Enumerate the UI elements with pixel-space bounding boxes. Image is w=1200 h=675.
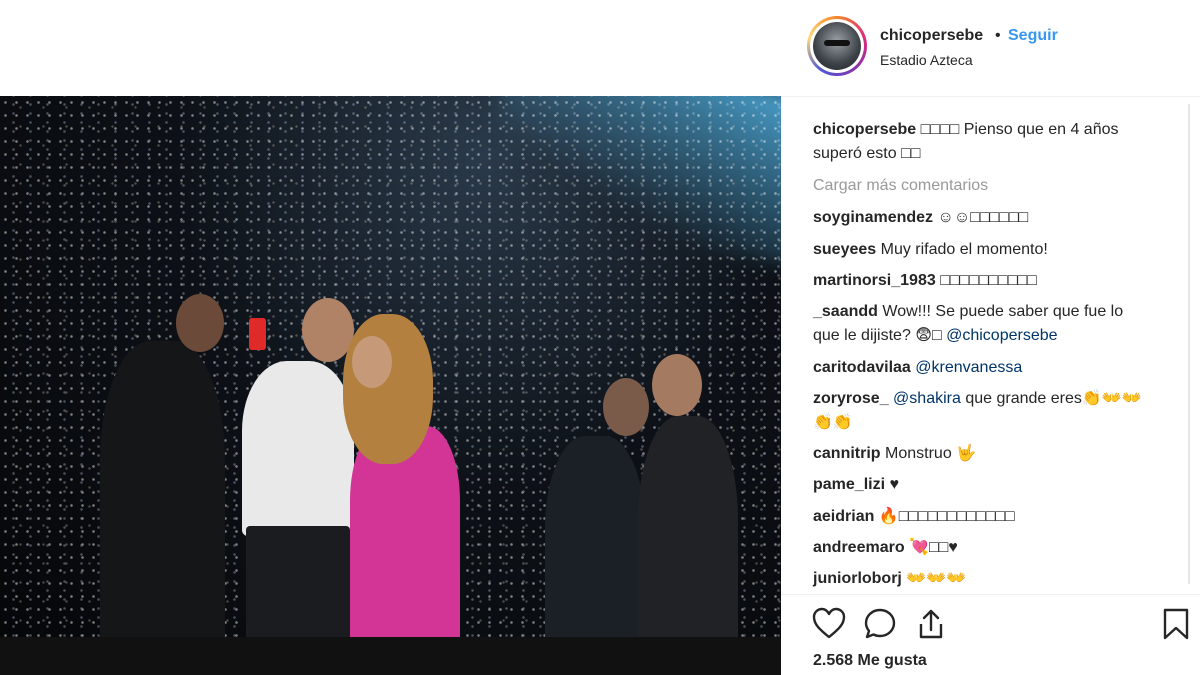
security-head-left xyxy=(176,294,224,352)
comment-item: martinorsi_1983 □□□□□□□□□□ xyxy=(813,269,1173,293)
security-person-left xyxy=(100,341,225,641)
caption-text-line2: superó esto □□ xyxy=(813,145,921,162)
comment-username[interactable]: aeidrian xyxy=(813,508,874,525)
comment-item: juniorloborj 👐👐👐 xyxy=(813,567,1173,591)
bookmark-icon[interactable] xyxy=(1158,606,1194,642)
phone xyxy=(249,318,266,350)
comment-item: caritodavilaa @krenvanessa xyxy=(813,356,1173,380)
comment-username[interactable]: martinorsi_1983 xyxy=(813,272,936,289)
comment-text: Monstruo 🤟 xyxy=(885,445,977,462)
post-location[interactable]: Estadio Azteca xyxy=(880,52,973,68)
comment-username[interactable]: sueyees xyxy=(813,241,876,258)
security-head-right xyxy=(652,354,702,416)
comment-mention[interactable]: @krenvanessa xyxy=(915,359,1022,376)
stage-floor xyxy=(0,637,781,675)
comment-username[interactable]: caritodavilaa xyxy=(813,359,911,376)
woman-face xyxy=(352,336,392,388)
comments-scrollbar[interactable] xyxy=(1186,104,1192,584)
comment-text: que grande eres👏👐👐 xyxy=(965,390,1142,407)
comment-text-line2: 👏👏 xyxy=(813,414,853,431)
comment-item: cannitrip Monstruo 🤟 xyxy=(813,442,1173,466)
comment-item: zoryrose_ @shakira que grande eres👏👐👐 👏👏 xyxy=(813,387,1173,435)
comment-text: Muy rifado el momento! xyxy=(880,241,1048,258)
comment-item: soyginamendez ☺☺□□□□□□ xyxy=(813,206,1173,230)
load-more-comments-button[interactable]: Cargar más comentarios xyxy=(813,174,988,198)
comment-text: ♥ xyxy=(889,476,899,493)
comment-item: sueyees Muy rifado el momento! xyxy=(813,238,1173,262)
comment-item: andreemaro 💘□□♥ xyxy=(813,536,1173,560)
woman-hair xyxy=(343,314,433,464)
comment-username[interactable]: zoryrose_ xyxy=(813,390,889,407)
share-icon[interactable] xyxy=(913,606,949,642)
comment-item: _saandd Wow!!! Se puede saber que fue lo… xyxy=(813,300,1173,348)
comment-text: ☺☺□□□□□□ xyxy=(937,209,1029,226)
comment-username[interactable]: cannitrip xyxy=(813,445,881,462)
comment-text: 👐👐👐 xyxy=(906,570,967,587)
avatar-sunglasses xyxy=(824,40,850,46)
comment-item: aeidrian 🔥□□□□□□□□□□□□ xyxy=(813,505,1173,529)
comment-username[interactable]: soyginamendez xyxy=(813,209,933,226)
header-separator: • xyxy=(995,27,1001,44)
comment-username[interactable]: juniorloborj xyxy=(813,570,902,587)
comment-text: 💘□□♥ xyxy=(909,539,958,556)
comment-text-line2: que le dijiste? 😨□ xyxy=(813,327,942,344)
caption: chicopersebe □□□□ Pienso que en 4 años s… xyxy=(813,118,1173,166)
comment-text: 🔥□□□□□□□□□□□□ xyxy=(878,508,1015,525)
comment-icon[interactable] xyxy=(862,606,898,642)
actions-divider xyxy=(781,594,1200,595)
likes-count[interactable]: 2.568 Me gusta xyxy=(813,652,927,670)
avatar-ring-inner xyxy=(810,19,864,73)
header-divider xyxy=(781,96,1200,97)
heart-icon[interactable] xyxy=(811,606,847,642)
avatar-ring[interactable] xyxy=(807,16,867,76)
caption-text-line1: □□□□ Pienso que en 4 años xyxy=(920,121,1119,138)
comment-username[interactable]: pame_lizi xyxy=(813,476,885,493)
comment-item: pame_lizi ♥ xyxy=(813,473,1173,497)
header-username[interactable]: chicopersebe xyxy=(880,27,983,45)
caption-username[interactable]: chicopersebe xyxy=(813,121,916,138)
comment-username[interactable]: andreemaro xyxy=(813,539,905,556)
security-person-cap xyxy=(545,436,645,666)
post-photo[interactable] xyxy=(0,96,781,675)
comment-mention[interactable]: @chicopersebe xyxy=(946,327,1057,344)
man-white-shirt xyxy=(242,361,354,536)
comment-mention[interactable]: @shakira xyxy=(893,390,961,407)
comment-text: □□□□□□□□□□ xyxy=(940,272,1037,289)
avatar[interactable] xyxy=(813,22,861,70)
security-head-cap xyxy=(603,378,649,436)
follow-button[interactable]: Seguir xyxy=(1008,27,1058,45)
comment-text: Wow!!! Se puede saber que fue lo xyxy=(882,303,1124,320)
comment-username[interactable]: _saandd xyxy=(813,303,878,320)
